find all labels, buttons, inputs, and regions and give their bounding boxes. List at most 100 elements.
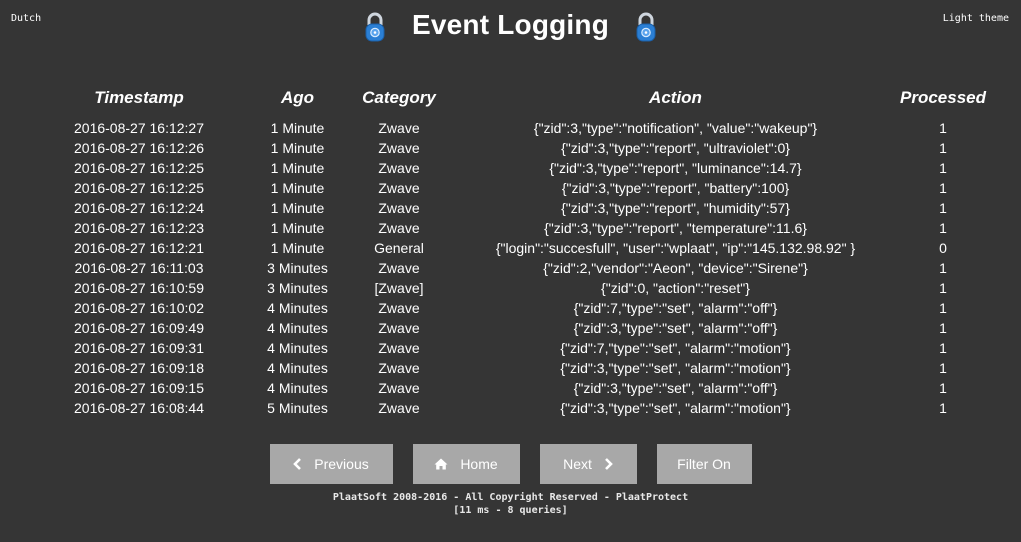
action-cell: {"zid":3,"type":"set", "alarm":"off"}: [573, 320, 778, 336]
processed-cell: 1: [939, 220, 947, 236]
category-cell: Zwave: [378, 160, 420, 176]
action-cell: {"zid":3,"type":"notification", "value":…: [533, 120, 818, 136]
column-header-timestamp: Timestamp: [94, 88, 184, 107]
ago-cell: 4 Minutes: [267, 300, 328, 316]
table-row: 2016-08-27 16:09:49 4 Minutes Zwave {"zid":…: [28, 318, 988, 338]
category-cell: Zwave: [378, 320, 420, 336]
timestamp-cell: 2016-08-27 16:12:26: [74, 140, 204, 156]
action-cell: {"zid":3,"type":"set", "alarm":"motion"}: [560, 360, 791, 376]
ago-cell: 1 Minute: [270, 200, 325, 216]
table-row: 2016-08-27 16:12:26 1 Minute Zwave {"zid":3…: [28, 138, 988, 158]
timestamp-cell: 2016-08-27 16:09:18: [74, 360, 204, 376]
processed-cell: 1: [939, 160, 947, 176]
processed-cell: 0: [939, 240, 947, 256]
timestamp-cell: 2016-08-27 16:09:15: [74, 380, 204, 396]
ago-cell: 3 Minutes: [267, 260, 328, 276]
action-cell: {"zid":7,"type":"set", "alarm":"off"}: [573, 300, 778, 316]
action-cell: {"zid":3,"type":"report", "temperature":…: [544, 220, 807, 236]
chevron-right-icon: [604, 458, 613, 470]
timestamp-cell: 2016-08-27 16:11:03: [74, 260, 204, 276]
ago-cell: 4 Minutes: [267, 380, 328, 396]
timestamp-cell: 2016-08-27 16:10:02: [74, 300, 204, 316]
ago-cell: 1 Minute: [270, 160, 325, 176]
category-cell: Zwave: [378, 120, 420, 136]
table-row: 2016-08-27 16:09:18 4 Minutes Zwave {"zid":…: [28, 358, 988, 378]
processed-cell: 1: [939, 360, 947, 376]
category-cell: Zwave: [378, 360, 420, 376]
table-row: 2016-08-27 16:10:02 4 Minutes Zwave {"zid":…: [28, 298, 988, 318]
footer-stats: [11 ms - 8 queries]: [453, 505, 568, 516]
category-cell: Zwave: [378, 400, 420, 416]
processed-cell: 1: [939, 300, 947, 316]
previous-button-label: Previous: [314, 456, 369, 472]
timestamp-cell: 2016-08-27 16:12:24: [74, 200, 204, 216]
chevron-left-icon: [293, 458, 302, 470]
ago-cell: 3 Minutes: [267, 280, 328, 296]
category-cell: Zwave: [378, 340, 420, 356]
table-header-row: Timestamp Ago Category Action Processed: [28, 86, 988, 118]
processed-cell: 1: [939, 320, 947, 336]
processed-cell: 1: [939, 120, 947, 136]
previous-button[interactable]: Previous: [269, 444, 393, 484]
table-row: 2016-08-27 16:10:59 3 Minutes [Zwave] {"zid…: [28, 278, 988, 298]
timestamp-cell: 2016-08-27 16:09:49: [74, 320, 204, 336]
category-cell: Zwave: [378, 180, 420, 196]
processed-cell: 1: [939, 340, 947, 356]
timestamp-cell: 2016-08-27 16:12:27: [74, 120, 204, 136]
table-row: 2016-08-27 16:12:21 1 Minute General {"logi…: [28, 238, 988, 258]
footer: PlaatSoft 2008-2016 - All Copyright Rese…: [0, 491, 1021, 517]
table-row: 2016-08-27 16:09:15 4 Minutes Zwave {"zid":…: [28, 378, 988, 398]
table-row: 2016-08-27 16:12:24 1 Minute Zwave {"zid":3…: [28, 198, 988, 218]
processed-cell: 1: [939, 180, 947, 196]
category-cell: Zwave: [378, 200, 420, 216]
ago-cell: 1 Minute: [270, 140, 325, 156]
next-button-label: Next: [563, 456, 592, 472]
action-cell: {"zid":7,"type":"set", "alarm":"motion"}: [560, 340, 791, 356]
action-cell: {"login":"succesfull", "user":"wplaat", …: [495, 240, 856, 256]
next-button[interactable]: Next: [539, 444, 637, 484]
filter-button-label: Filter On: [677, 456, 731, 472]
timestamp-cell: 2016-08-27 16:12:25: [74, 160, 204, 176]
ago-cell: 1 Minute: [270, 220, 325, 236]
column-header-category: Category: [362, 88, 436, 107]
action-cell: {"zid":3,"type":"report", "luminance":14…: [549, 160, 802, 176]
table-row: 2016-08-27 16:11:03 3 Minutes Zwave {"zid":…: [28, 258, 988, 278]
table-row: 2016-08-27 16:12:27 1 Minute Zwave {"zid":3…: [28, 118, 988, 138]
category-cell: Zwave: [378, 140, 420, 156]
pagination-bar: Previous Home Next Filter On: [0, 444, 1021, 484]
table-row: 2016-08-27 16:08:44 5 Minutes Zwave {"zid":…: [28, 398, 988, 418]
lock-icon: [636, 12, 656, 42]
event-table: Timestamp Ago Category Action Processed …: [28, 86, 988, 418]
action-cell: {"zid":0, "action":"reset"}: [601, 280, 750, 296]
home-button[interactable]: Home: [412, 444, 520, 484]
ago-cell: 1 Minute: [270, 180, 325, 196]
page-header: Event Logging: [0, 8, 1021, 52]
processed-cell: 1: [939, 280, 947, 296]
home-icon: [434, 458, 448, 470]
action-cell: {"zid":3,"type":"report", "humidity":57}: [561, 200, 790, 216]
ago-cell: 1 Minute: [270, 120, 325, 136]
processed-cell: 1: [939, 200, 947, 216]
timestamp-cell: 2016-08-27 16:12:23: [74, 220, 204, 236]
ago-cell: 4 Minutes: [267, 320, 328, 336]
lock-icon: [365, 12, 385, 42]
action-cell: {"zid":3,"type":"report", "ultraviolet":…: [561, 140, 790, 156]
category-cell: Zwave: [378, 300, 420, 316]
processed-cell: 1: [939, 260, 947, 276]
column-header-processed: Processed: [900, 88, 986, 107]
processed-cell: 1: [939, 400, 947, 416]
action-cell: {"zid":2,"vendor":"Aeon", "device":"Sire…: [543, 260, 808, 276]
action-cell: {"zid":3,"type":"set", "alarm":"motion"}: [560, 400, 791, 416]
column-header-ago: Ago: [280, 88, 315, 107]
ago-cell: 4 Minutes: [267, 360, 328, 376]
table-row: 2016-08-27 16:12:25 1 Minute Zwave {"zid":3…: [28, 158, 988, 178]
footer-copyright: PlaatSoft 2008-2016 - All Copyright Rese…: [332, 492, 689, 503]
category-cell: Zwave: [378, 220, 420, 236]
timestamp-cell: 2016-08-27 16:12:21: [74, 240, 204, 256]
category-cell: Zwave: [378, 260, 420, 276]
filter-button[interactable]: Filter On: [656, 444, 752, 484]
category-cell: [Zwave]: [374, 280, 424, 296]
ago-cell: 1 Minute: [270, 240, 325, 256]
category-cell: General: [374, 240, 424, 256]
timestamp-cell: 2016-08-27 16:09:31: [74, 340, 204, 356]
